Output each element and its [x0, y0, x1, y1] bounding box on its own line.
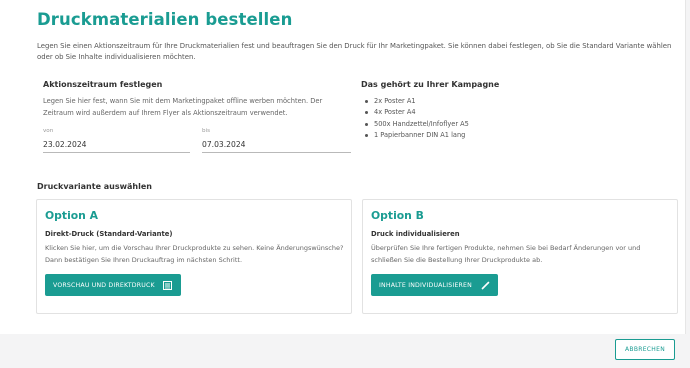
preview-direct-print-button[interactable]: VORSCHAU UND DIREKTDRUCK — [45, 274, 181, 296]
campaign-list: 2x Poster A1 4x Poster A4 500x Handzette… — [361, 96, 469, 141]
option-a-title: Option A — [45, 209, 98, 222]
page-intro: Legen Sie einen Aktionszeitraum für Ihre… — [37, 42, 672, 61]
from-date-field[interactable] — [43, 140, 190, 153]
variant-title: Druckvariante auswählen — [37, 182, 152, 191]
period-title: Aktionszeitraum festlegen — [43, 80, 163, 89]
campaign-title: Das gehört zu Ihrer Kampagne — [361, 80, 500, 89]
page-title: Druckmaterialien bestellen — [37, 10, 293, 29]
preview-direct-print-label: VORSCHAU UND DIREKTDRUCK — [53, 281, 155, 289]
list-item: 500x Handzettel/Infoflyer A5 — [361, 119, 469, 130]
to-date-field[interactable] — [202, 140, 351, 153]
from-label: von — [43, 128, 54, 134]
list-item: 4x Poster A4 — [361, 107, 469, 118]
pencil-icon — [480, 280, 490, 290]
period-description: Legen Sie hier fest, wann Sie mit dem Ma… — [43, 97, 323, 117]
option-a-card: Option A Direkt-Druck (Standard-Variante… — [36, 199, 352, 314]
list-icon — [163, 280, 173, 290]
customize-content-label: INHALTE INDIVIDUALISIEREN — [379, 281, 472, 289]
option-a-description: Klicken Sie hier, um die Vorschau Ihrer … — [45, 244, 344, 264]
option-b-description: Überprüfen Sie Ihre fertigen Produkte, n… — [371, 244, 641, 264]
customize-content-button[interactable]: INHALTE INDIVIDUALISIEREN — [371, 274, 498, 296]
cancel-button[interactable]: ABBRECHEN — [615, 339, 675, 360]
footer-bar — [0, 334, 690, 368]
main-panel: Druckmaterialien bestellen Legen Sie ein… — [0, 0, 686, 334]
to-label: bis — [202, 128, 211, 134]
list-item: 1 Papierbanner DIN A1 lang — [361, 130, 469, 141]
option-b-subtitle: Druck individualisieren — [371, 230, 460, 238]
option-a-subtitle: Direkt-Druck (Standard-Variante) — [45, 230, 173, 238]
list-item: 2x Poster A1 — [361, 96, 469, 107]
option-b-card: Option B Druck individualisieren Überprü… — [362, 199, 678, 314]
option-b-title: Option B — [371, 209, 424, 222]
